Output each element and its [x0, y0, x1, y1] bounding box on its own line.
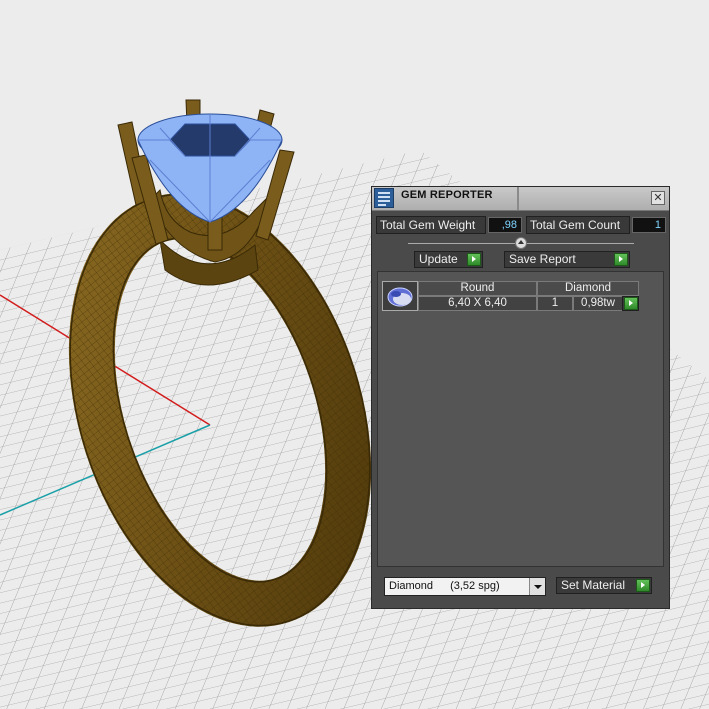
go-arrow-icon: [614, 253, 628, 266]
panel-title: GEM REPORTER: [401, 189, 493, 201]
save-report-button[interactable]: Save Report: [504, 251, 630, 268]
go-arrow-icon: [636, 579, 650, 592]
titlebar-divider: [517, 187, 519, 210]
material-select-name: Diamond: [389, 580, 434, 592]
gem-weight-cell: 0,98tw: [573, 296, 623, 311]
dropdown-arrow-icon[interactable]: [529, 578, 545, 595]
panel-titlebar[interactable]: GEM REPORTER ✕: [372, 187, 669, 211]
material-select[interactable]: Diamond (3,52 spg): [384, 577, 546, 596]
set-material-button[interactable]: Set Material: [556, 577, 652, 594]
go-arrow-icon: [467, 253, 481, 266]
close-icon[interactable]: ✕: [651, 191, 665, 205]
material-select-detail: (3,52 spg): [450, 580, 500, 592]
total-gem-weight-value: ,98: [488, 217, 522, 233]
collapse-toggle[interactable]: [515, 237, 527, 249]
go-arrow-icon: [624, 297, 638, 310]
save-report-button-label: Save Report: [509, 252, 576, 266]
material-bar: Diamond (3,52 spg) Set Material: [372, 572, 669, 608]
total-gem-weight-label: Total Gem Weight: [376, 216, 486, 234]
gem-reporter-icon: [374, 188, 394, 208]
total-gem-count-value: 1: [632, 217, 666, 233]
gem-reporter-panel: GEM REPORTER ✕ Total Gem Weight ,98 Tota…: [371, 186, 670, 609]
update-button-label: Update: [419, 252, 458, 266]
gem-thumbnail-icon[interactable]: [382, 281, 418, 311]
gem-row-go-button[interactable]: [622, 296, 639, 311]
update-button[interactable]: Update: [414, 251, 483, 268]
gem-cut-header: Round: [418, 281, 537, 296]
gem-size-cell: 6,40 X 6,40: [418, 296, 537, 311]
set-material-button-label: Set Material: [561, 578, 626, 592]
gem-material-header: Diamond: [537, 281, 639, 296]
gem-list: Round Diamond 6,40 X 6,40 1 0,98tw: [377, 271, 664, 567]
total-gem-count-label: Total Gem Count: [526, 216, 630, 234]
gem-count-cell: 1: [537, 296, 573, 311]
